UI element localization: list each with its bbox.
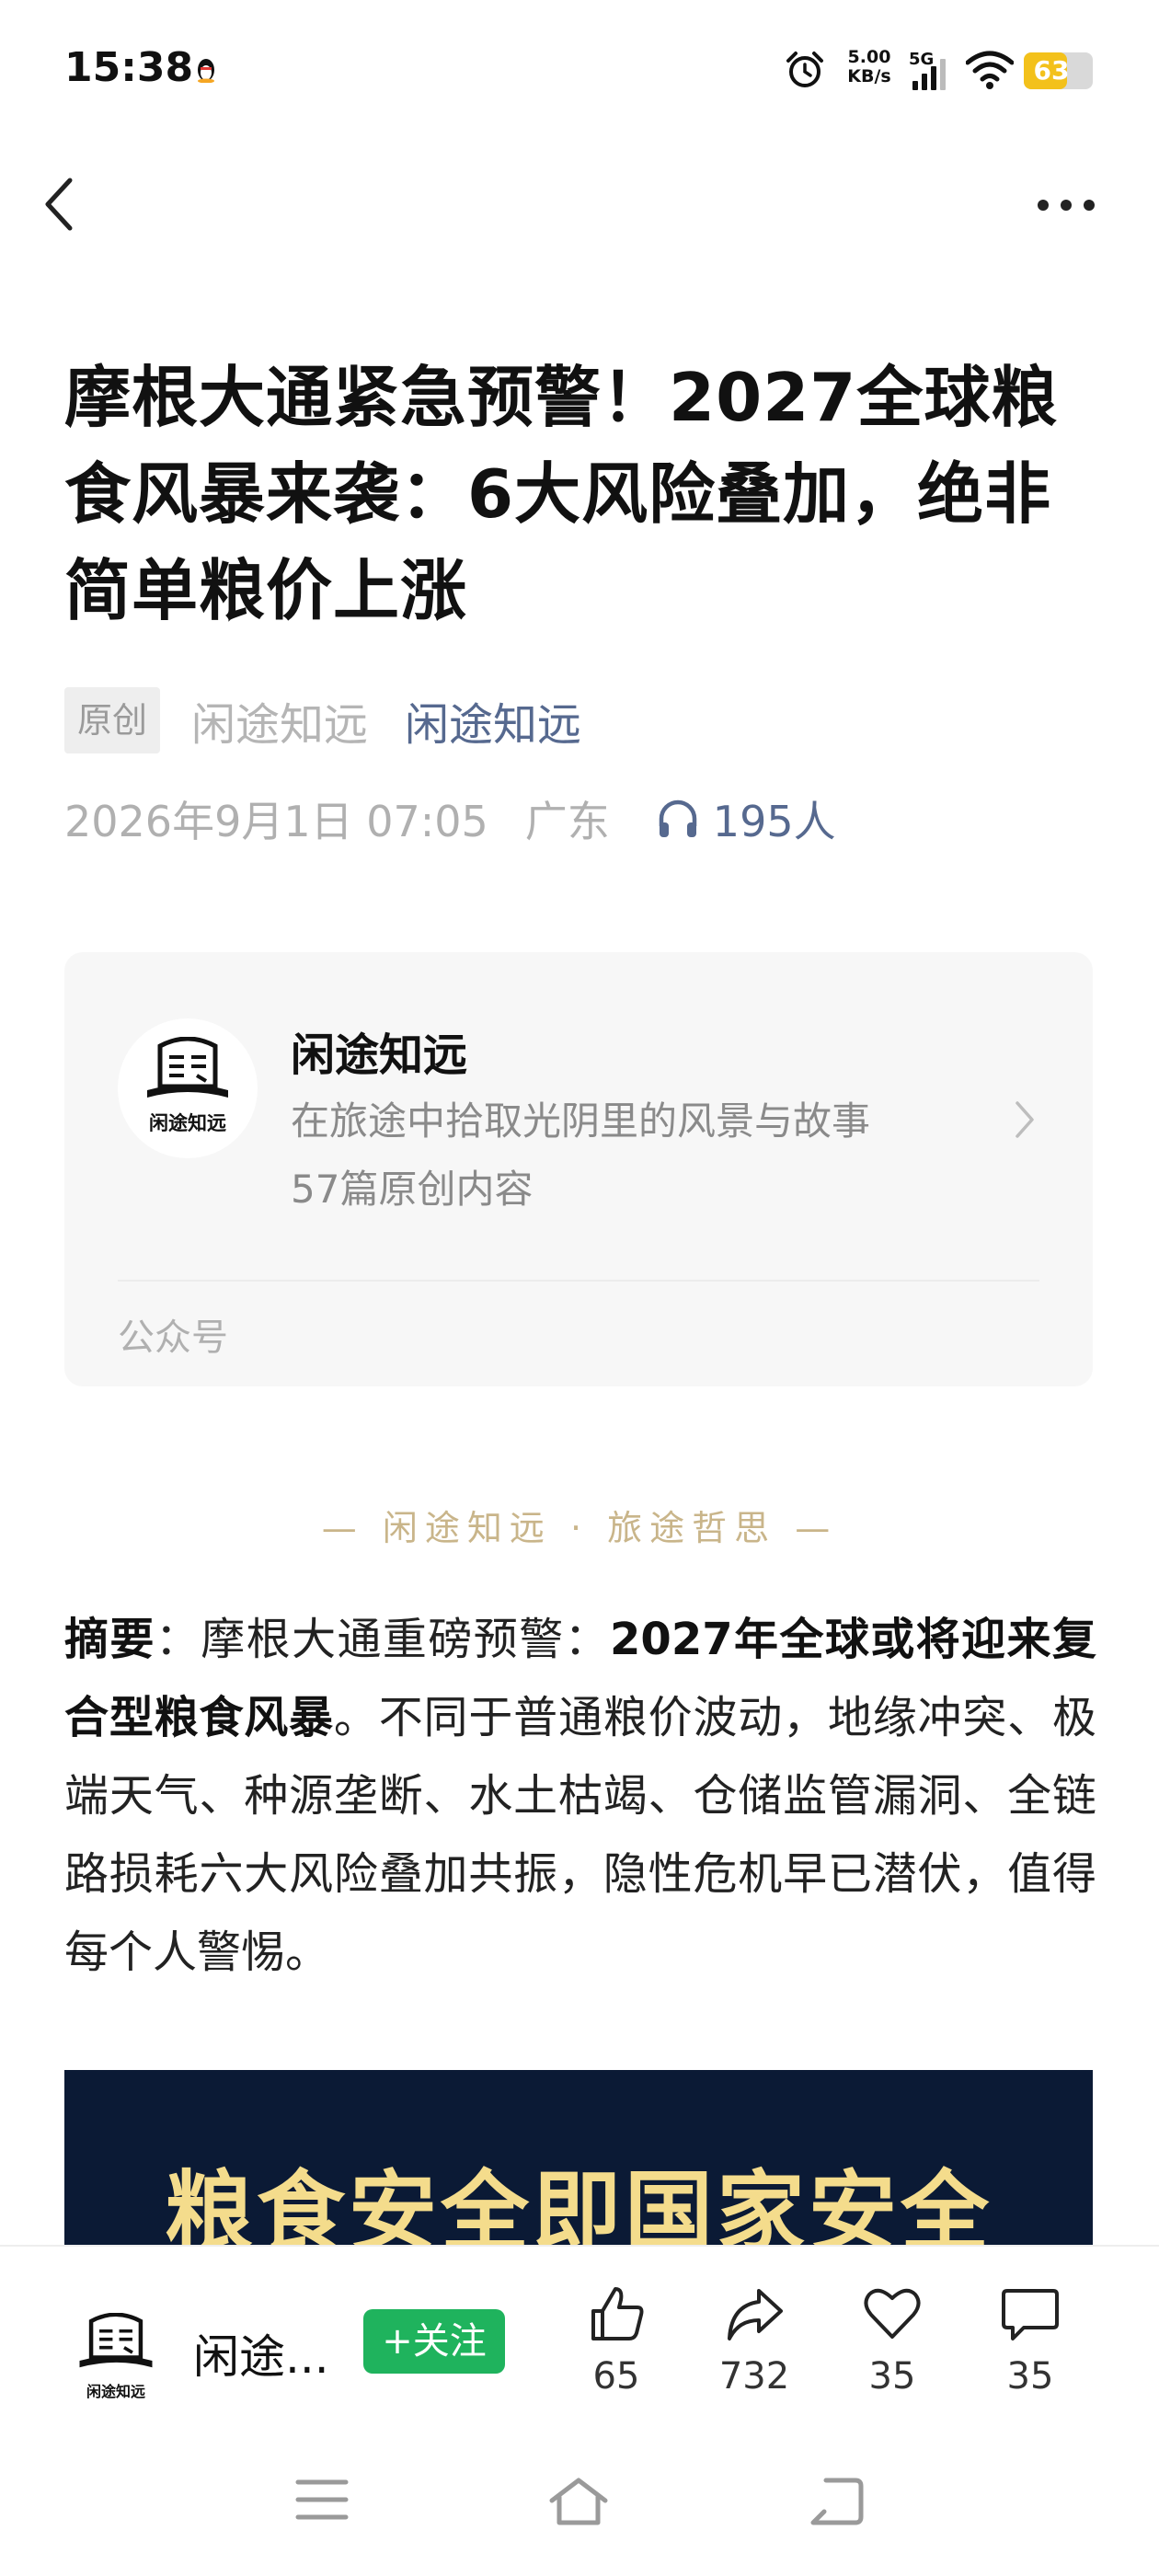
publish-info: 2026年9月1日 07:05 广东 195人 [64, 789, 836, 848]
bar-account-avatar[interactable]: 闲途知远 [74, 2312, 158, 2400]
qq-penguin-icon [198, 59, 214, 83]
favorite-count: 35 [868, 2355, 916, 2398]
headphone-icon[interactable] [654, 795, 702, 843]
book-logo-icon [147, 1037, 228, 1098]
menu-icon[interactable] [294, 2477, 350, 2523]
share-count: 732 [718, 2355, 790, 2398]
status-bar: 15:38 5.00 KB/s 5G 63 [0, 0, 1159, 138]
account-avatar: 闲途知远 [118, 1018, 258, 1158]
comment-bubble-icon [1002, 2289, 1059, 2340]
network-speed: 5.00 KB/s [842, 48, 897, 86]
network-type: 5G [909, 50, 934, 69]
summary-label: 摘要 [64, 1614, 155, 1665]
author-name: 闲途知远 [191, 699, 369, 751]
back-icon[interactable] [808, 2477, 865, 2528]
listener-count[interactable]: 195人 [713, 788, 836, 849]
wifi-icon [966, 51, 1014, 89]
network-speed-unit: KB/s [847, 66, 891, 86]
summary-intro: ：摩根大通重磅预警： [155, 1614, 611, 1665]
book-logo-icon [79, 2312, 153, 2368]
favorite-button[interactable]: 35 [837, 2283, 947, 2398]
battery-indicator: 63 [1024, 52, 1093, 89]
article-summary: 摘要：摩根大通重磅预警：2027年全球或将迎来复合型粮食风暴。不同于普通粮价波动… [64, 1601, 1096, 1992]
comment-count: 35 [1006, 2355, 1054, 2398]
account-name: 闲途知远 [291, 1029, 468, 1081]
follow-button[interactable]: +关注 [363, 2309, 505, 2374]
series-tagline: — 闲途知远 · 旅途哲思 — [321, 1508, 838, 1548]
share-button[interactable]: 732 [699, 2283, 809, 2398]
alarm-clock-icon [786, 52, 823, 87]
battery-level: 63 [1033, 55, 1070, 86]
account-description: 在旅途中拾取光阴里的风景与故事 [291, 1098, 871, 1144]
bar-account-name[interactable]: 闲途... [193, 2320, 329, 2386]
network-speed-value: 5.00 [847, 47, 891, 67]
banner-text: 粮食安全即国家安全 [165, 2161, 993, 2245]
more-dots-icon[interactable] [1034, 191, 1098, 219]
bar-avatar-text: 闲途知远 [86, 2383, 145, 2400]
publish-datetime: 2026年9月1日 07:05 [64, 797, 488, 846]
comment-button[interactable]: 35 [975, 2283, 1085, 2398]
status-time: 15:38 [64, 44, 194, 91]
publish-location: 广东 [524, 797, 610, 846]
original-tag: 原创 [64, 687, 161, 753]
system-navigation-bar [0, 2429, 1159, 2576]
bottom-action-bar: 闲途知远 闲途... +关注 65 732 35 35 [0, 2245, 1159, 2429]
heart-icon [864, 2288, 921, 2339]
chevron-right-icon [1016, 1101, 1034, 1138]
account-link[interactable]: 闲途知远 [405, 688, 581, 753]
article-meta: 原创 闲途知远 闲途知远 [64, 687, 581, 753]
home-icon[interactable] [548, 2477, 609, 2528]
like-count: 65 [592, 2355, 640, 2398]
like-button[interactable]: 65 [561, 2283, 671, 2398]
thumbs-up-icon [591, 2287, 644, 2340]
avatar-text: 闲途知远 [149, 1112, 226, 1134]
original-article-count: 57篇原创内容 [291, 1167, 534, 1212]
account-card[interactable]: 闲途知远 闲途知远 在旅途中拾取光阴里的风景与故事 57篇原创内容 公众号 [64, 952, 1093, 1386]
article-title: 摩根大通紧急预警！2027全球粮食风暴来袭：6大风险叠加，绝非简单粮价上涨 [64, 359, 1059, 629]
chevron-left-icon[interactable] [40, 175, 81, 234]
share-arrow-icon [728, 2289, 783, 2340]
card-divider [118, 1280, 1039, 1282]
article-banner-image[interactable]: 粮食安全即国家安全 [64, 2070, 1093, 2245]
account-type-label: 公众号 [118, 1317, 228, 1359]
cellular-signal-icon: 5G [909, 50, 946, 90]
